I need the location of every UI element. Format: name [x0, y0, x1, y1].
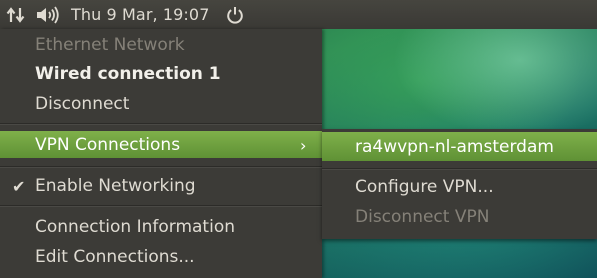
- vpn-submenu: ra4wvpn-nl-amsterdam Configure VPN... Di…: [322, 129, 597, 239]
- speaker-icon[interactable]: [35, 0, 63, 29]
- submenu-item-disconnect-vpn: Disconnect VPN: [322, 203, 597, 231]
- menu-item-label: Enable Networking: [35, 176, 196, 196]
- menu-item-wired-connection[interactable]: Wired connection 1: [0, 60, 322, 88]
- menu-separator: [0, 123, 322, 125]
- menu-separator: [0, 205, 322, 207]
- menu-item-ethernet-network: Ethernet Network: [0, 31, 322, 59]
- top-panel: Thu 9 Mar, 19:07: [0, 0, 597, 29]
- submenu-item-vpn-amsterdam[interactable]: ra4wvpn-nl-amsterdam: [322, 132, 597, 161]
- menu-item-connection-information[interactable]: Connection Information: [0, 213, 322, 241]
- menu-item-label: Wired connection 1: [35, 64, 221, 84]
- menu-item-label: Connection Information: [35, 217, 235, 237]
- submenu-item-configure-vpn[interactable]: Configure VPN...: [322, 173, 597, 201]
- menu-item-label: Edit Connections...: [35, 247, 195, 267]
- menu-item-enable-networking[interactable]: ✔ Enable Networking: [0, 172, 322, 200]
- power-icon[interactable]: [225, 0, 245, 29]
- network-arrows-icon[interactable]: [6, 0, 30, 29]
- menu-item-disconnect[interactable]: Disconnect: [0, 90, 322, 118]
- menu-item-label: Ethernet Network: [35, 35, 185, 55]
- network-menu: Ethernet Network Wired connection 1 Disc…: [0, 29, 322, 278]
- menu-item-vpn-connections[interactable]: VPN Connections ›: [0, 131, 322, 158]
- submenu-item-label: Disconnect VPN: [355, 207, 490, 227]
- chevron-right-icon: ›: [300, 136, 307, 155]
- menu-separator: [0, 166, 322, 168]
- submenu-item-label: Configure VPN...: [355, 177, 494, 197]
- menu-item-label: Disconnect: [35, 94, 130, 114]
- menu-item-edit-connections[interactable]: Edit Connections...: [0, 243, 322, 271]
- menu-item-label: VPN Connections: [35, 134, 181, 155]
- clock[interactable]: Thu 9 Mar, 19:07: [71, 0, 209, 29]
- submenu-item-label: ra4wvpn-nl-amsterdam: [355, 136, 554, 157]
- menu-separator: [322, 168, 597, 170]
- checkmark-icon: ✔: [12, 176, 26, 196]
